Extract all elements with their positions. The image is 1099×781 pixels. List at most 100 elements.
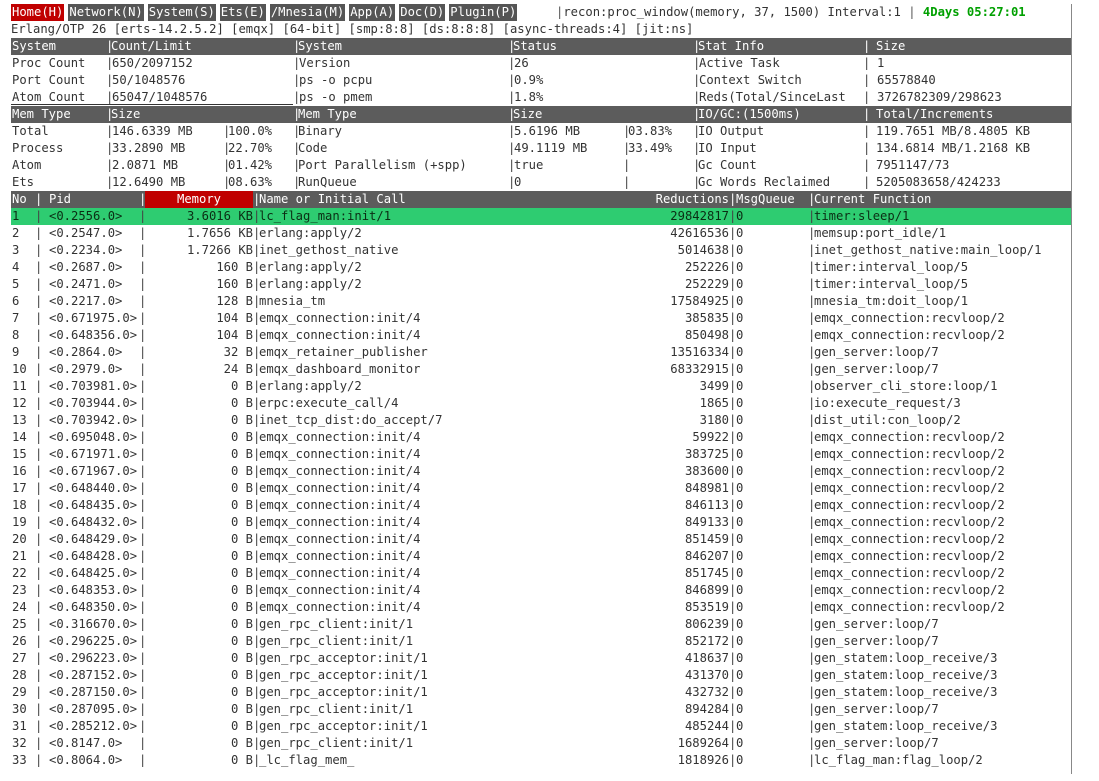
column-separator: |	[223, 158, 231, 172]
process-cell-function: gen_server:loop/7	[814, 362, 939, 376]
column-separator: |	[35, 651, 43, 665]
column-separator: |	[35, 277, 43, 291]
process-row[interactable]: 22 <0.648425.0> 0 B emqx_connection:init/4 8…	[11, 565, 1071, 582]
system-header-cell: Status	[513, 39, 558, 53]
process-cell-msgqueue: 0	[736, 311, 744, 325]
process-row[interactable]: 10 <0.2979.0> 24 B emqx_dashboard_monitor 68…	[11, 361, 1071, 378]
process-cell-reductions: 851459	[684, 532, 729, 546]
column-separator: |	[139, 617, 147, 631]
column-separator: |	[293, 107, 301, 121]
process-row[interactable]: 5 <0.2471.0> 160 B erlang:apply/2 252229 0 tim…	[11, 276, 1071, 293]
process-row[interactable]: 2 <0.2547.0> 1.7656 KB erlang:apply/2 426165…	[11, 225, 1071, 242]
process-row[interactable]: 13 <0.703942.0> 0 B inet_tcp_dist:do_accept…	[11, 412, 1071, 429]
process-row[interactable]: 7 <0.671975.0> 104 B emqx_connection:init/4…	[11, 310, 1071, 327]
process-row[interactable]: 18 <0.648435.0> 0 B emqx_connection:init/4 8…	[11, 497, 1071, 514]
terminal-right-border	[1071, 4, 1072, 774]
column-separator: |	[139, 634, 147, 648]
process-cell-msgqueue: 0	[736, 634, 744, 648]
process-row[interactable]: 17 <0.648440.0> 0 B emqx_connection:init/4 8…	[11, 480, 1071, 497]
process-row[interactable]: 24 <0.648350.0> 0 B emqx_connection:init/4 8…	[11, 599, 1071, 616]
system-header-cell: Count/Limit	[111, 39, 192, 53]
process-row[interactable]: 1 <0.2556.0> 3.6016 KB lc_flag_man:init/1 29…	[11, 208, 1071, 225]
column-separator: |	[729, 600, 737, 614]
process-row[interactable]: 33 <0.8064.0> 0 B _lc_flag_mem_ 1818926 0 lc_f…	[11, 752, 1071, 769]
process-header-cell: MsgQueue	[736, 192, 795, 206]
column-separator: |	[35, 583, 43, 597]
process-row[interactable]: 25 <0.316670.0> 0 B gen_rpc_client:init/1 80…	[11, 616, 1071, 633]
process-cell-msgqueue: 0	[736, 736, 744, 750]
process-cell-function: gen_statem:loop_receive/3	[814, 651, 998, 665]
process-row[interactable]: 21 <0.648428.0> 0 B emqx_connection:init/4 8…	[11, 548, 1071, 565]
process-cell-no: 4	[12, 260, 20, 274]
process-row[interactable]: 9 <0.2864.0> 32 B emqx_retainer_publisher 13…	[11, 344, 1071, 361]
column-separator: |	[35, 702, 43, 716]
process-cell-name: mnesia_tm	[259, 294, 326, 308]
column-separator: |	[808, 719, 816, 733]
process-cell-msgqueue: 0	[736, 617, 744, 631]
process-cell-no: 24	[12, 600, 27, 614]
process-cell-no: 6	[12, 294, 20, 308]
process-row[interactable]: 6 <0.2217.0> 128 B mnesia_tm 17584925 0 mnesia…	[11, 293, 1071, 310]
column-separator: |	[808, 311, 816, 325]
column-separator: |	[253, 328, 261, 342]
column-separator: |	[35, 515, 43, 529]
memory-row-cell: Gc Count	[698, 158, 757, 172]
process-row[interactable]: 16 <0.671967.0> 0 B emqx_connection:init/4 3…	[11, 463, 1071, 480]
process-row[interactable]: 27 <0.296223.0> 0 B gen_rpc_acceptor:init/1…	[11, 650, 1071, 667]
menu-tab-etse[interactable]: Ets(E)	[219, 4, 266, 21]
process-cell-function: gen_statem:loop_receive/3	[814, 719, 998, 733]
process-cell-no: 15	[12, 447, 27, 461]
process-row[interactable]: 28 <0.287152.0> 0 B gen_rpc_acceptor:init/1…	[11, 667, 1071, 684]
process-row[interactable]: 3 <0.2234.0> 1.7266 KB inet_gethost_native 5…	[11, 242, 1071, 259]
column-separator: |	[106, 39, 114, 53]
process-cell-name: _lc_flag_mem_	[259, 753, 355, 767]
process-row[interactable]: 32 <0.8147.0> 0 B gen_rpc_client:init/1 1689…	[11, 735, 1071, 752]
menu-tab-pluginp[interactable]: Plugin(P)	[449, 4, 518, 21]
process-row[interactable]: 4 <0.2687.0> 160 B erlang:apply/2 252226 0 tim…	[11, 259, 1071, 276]
column-separator: |	[35, 430, 43, 444]
process-cell-pid: <0.2556.0>	[49, 209, 123, 223]
process-row[interactable]: 30 <0.287095.0> 0 B gen_rpc_client:init/1 89…	[11, 701, 1071, 718]
process-cell-function: emqx_connection:recvloop/2	[814, 583, 1005, 597]
process-row[interactable]: 20 <0.648429.0> 0 B emqx_connection:init/4 8…	[11, 531, 1071, 548]
process-row[interactable]: 15 <0.671971.0> 0 B emqx_connection:init/4 3…	[11, 446, 1071, 463]
process-cell-no: 31	[12, 719, 27, 733]
column-separator: |	[693, 158, 701, 172]
process-row[interactable]: 31 <0.285212.0> 0 B gen_rpc_acceptor:init/1…	[11, 718, 1071, 735]
process-row[interactable]: 19 <0.648432.0> 0 B emqx_connection:init/4 8…	[11, 514, 1071, 531]
menu-tab-appa[interactable]: App(A)	[349, 4, 396, 21]
process-cell-memory: 0 B	[230, 498, 253, 512]
column-separator: |	[508, 107, 516, 121]
menu-tab-systems[interactable]: System(S)	[147, 4, 216, 21]
process-cell-reductions: 431370	[684, 668, 729, 682]
process-cell-function: emqx_connection:recvloop/2	[814, 447, 1005, 461]
process-cell-no: 10	[12, 362, 27, 376]
process-row[interactable]: 12 <0.703944.0> 0 B erpc:execute_call/4 1865…	[11, 395, 1071, 412]
menu-tab-networkn[interactable]: Network(N)	[68, 4, 144, 21]
process-row[interactable]: 8 <0.648356.0> 104 B emqx_connection:init/4…	[11, 327, 1071, 344]
process-cell-reductions: 853519	[684, 600, 729, 614]
process-row[interactable]: 11 <0.703981.0> 0 B erlang:apply/2 3499 0 obse…	[11, 378, 1071, 395]
process-row[interactable]: 29 <0.287150.0> 0 B gen_rpc_acceptor:init/1…	[11, 684, 1071, 701]
process-row[interactable]: 14 <0.695048.0> 0 B emqx_connection:init/4 5…	[11, 429, 1071, 446]
column-separator: |	[35, 413, 43, 427]
process-cell-memory: 0 B	[230, 617, 253, 631]
menu-tab-mnesiam[interactable]: /Mnesia(M)	[269, 4, 346, 21]
process-row[interactable]: 23 <0.648353.0> 0 B emqx_connection:init/4 8…	[11, 582, 1071, 599]
process-row[interactable]: 26 <0.296225.0> 0 B gen_rpc_client:init/1 85…	[11, 633, 1071, 650]
column-separator: |	[253, 549, 261, 563]
column-separator: |	[729, 209, 737, 223]
column-separator: |	[863, 56, 871, 70]
system-header-cell: System	[12, 39, 57, 53]
column-separator: |	[253, 209, 261, 223]
system-row: Proc Count 650/2097152 Version 26 Active Tas…	[11, 55, 1071, 72]
process-cell-memory: 160 B	[216, 277, 253, 291]
column-separator: |	[508, 158, 516, 172]
process-cell-name: emqx_connection:init/4	[259, 583, 421, 597]
column-separator: |	[35, 226, 43, 240]
system-row-cell: ps -o pmem	[299, 90, 373, 104]
menu-tab-homeh[interactable]: Home(H)	[11, 4, 65, 21]
menu-tab-docd[interactable]: Doc(D)	[399, 4, 446, 21]
process-cell-no: 5	[12, 277, 20, 291]
system-row-cell: Proc Count	[12, 56, 86, 70]
